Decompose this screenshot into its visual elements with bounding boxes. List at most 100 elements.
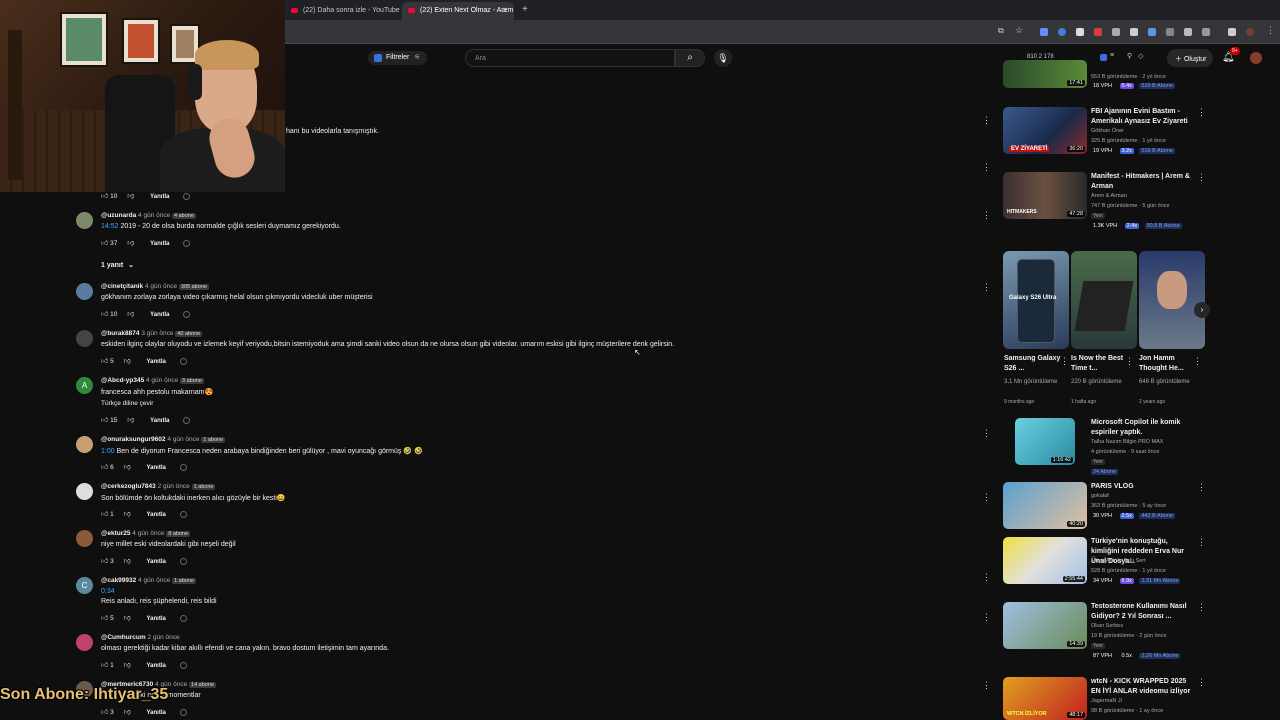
more-actions-icon[interactable]: ⋮ [1197, 602, 1206, 613]
reply-button[interactable]: Yanıtla [147, 559, 166, 565]
more-actions-icon[interactable]: ⋮ [1197, 482, 1206, 493]
video-title[interactable]: Manifest - Hitmakers | Arem & Arman [1091, 172, 1197, 192]
more-actions-icon[interactable]: ⋮ [982, 428, 991, 439]
translate-link[interactable]: Türkçe diline çevir [101, 400, 153, 407]
heart-icon[interactable] [179, 557, 187, 565]
comment-author[interactable]: @onuraksungur9602 [101, 436, 166, 443]
shorts-next-button[interactable]: › [1194, 302, 1210, 318]
like-icon[interactable]: 👍︎ [101, 309, 108, 318]
voice-search-button[interactable]: 🎙 [714, 49, 732, 67]
heart-icon[interactable] [179, 463, 187, 471]
avatar[interactable]: C [76, 577, 93, 594]
channel-name[interactable]: Arem & Arman [1091, 193, 1127, 199]
dislike-icon[interactable]: 👎︎ [124, 660, 131, 669]
extension-icon[interactable] [1184, 28, 1192, 36]
create-button[interactable]: ＋ Oluştur [1167, 49, 1213, 67]
short-title[interactable]: Samsung Galaxy S26 ... [1004, 354, 1062, 374]
dislike-icon[interactable]: 👎︎ [127, 415, 134, 424]
comment-author[interactable]: @cinetçitanik [101, 283, 143, 290]
more-actions-icon[interactable]: ⋮ [982, 210, 991, 221]
heart-icon[interactable] [179, 614, 187, 622]
bookmark-star-icon[interactable]: ☆ [1015, 25, 1023, 36]
extension-icon[interactable] [1076, 28, 1084, 36]
timestamp-link[interactable]: 1:00 [101, 448, 115, 455]
more-actions-icon[interactable]: ⋮ [982, 572, 991, 583]
more-actions-icon[interactable]: ⋮ [982, 162, 991, 173]
extension-icon[interactable] [1130, 28, 1138, 36]
channel-name[interactable]: JagermaN Ji [1091, 698, 1122, 704]
like-icon[interactable]: 👍︎ [101, 613, 108, 622]
heart-icon[interactable] [183, 310, 191, 318]
comment-time[interactable]: 4 gün önce [146, 377, 178, 384]
more-actions-icon[interactable]: ⋮ [1197, 677, 1206, 688]
more-actions-icon[interactable]: ⋮ [1197, 537, 1206, 548]
reply-button[interactable]: Yanıtla [150, 312, 169, 318]
reply-button[interactable]: Yanıtla [147, 512, 166, 518]
timestamp-link[interactable]: 0:34 [101, 588, 115, 595]
heart-icon[interactable] [183, 239, 191, 247]
dislike-icon[interactable]: 👎︎ [124, 356, 131, 365]
reply-button[interactable]: Yanıtla [147, 359, 166, 365]
like-icon[interactable]: 👍︎ [101, 660, 108, 669]
browser-tab-current[interactable]: (22) Exten Next Olmaz - Arem ✕ [402, 2, 514, 20]
comment-time[interactable]: 4 gün önce [145, 283, 177, 290]
timestamp-link[interactable]: 14:52 [101, 223, 119, 230]
video-title[interactable]: wtcN - KICK WRAPPED 2025 EN İYİ ANLAR vi… [1091, 677, 1197, 697]
replies-toggle[interactable]: 1 yanıt ⌄ [101, 261, 134, 269]
channel-name[interactable]: Gökhan Öner [1091, 128, 1124, 134]
dislike-icon[interactable]: 👎︎ [124, 462, 131, 471]
comment-author[interactable]: @uzunarda [101, 212, 136, 219]
pin-icon[interactable]: ⚲ [1127, 52, 1132, 60]
like-icon[interactable]: 👍︎ [101, 707, 108, 716]
reply-button[interactable]: Yanıtla [150, 241, 169, 247]
video-thumbnail[interactable]: WTCN İZLİYOR 48:17 [1003, 677, 1087, 720]
extension-icon[interactable] [1148, 28, 1156, 36]
dislike-icon[interactable]: 👎︎ [124, 556, 131, 565]
reply-button[interactable]: Yanıtla [147, 710, 166, 716]
new-tab-button[interactable]: + [522, 4, 528, 15]
heart-icon[interactable] [183, 416, 191, 424]
dislike-icon[interactable]: 👎︎ [124, 613, 131, 622]
avatar[interactable] [76, 483, 93, 500]
channel-name[interactable]: gokalaf [1091, 493, 1109, 499]
heart-icon[interactable] [179, 708, 187, 716]
video-thumbnail[interactable]: EV ZİYARETİ 36:20 [1003, 107, 1087, 154]
reply-button[interactable]: Yanıtla [147, 616, 166, 622]
heart-icon[interactable] [179, 661, 187, 669]
extension-icon[interactable] [1100, 54, 1107, 61]
short-thumbnail[interactable]: Galaxy S26 Ultra [1003, 251, 1069, 349]
extension-icon[interactable] [1228, 28, 1236, 36]
like-icon[interactable]: 👍︎ [101, 238, 108, 247]
close-tab-icon[interactable]: ✕ [501, 6, 508, 15]
profile-avatar[interactable] [1246, 28, 1254, 36]
extension-icon[interactable] [1166, 28, 1174, 36]
video-thumbnail[interactable]: 14:39 [1003, 602, 1087, 649]
filters-button[interactable]: Filtreler ⚟ [368, 51, 427, 65]
more-actions-icon[interactable]: ⋮ [1193, 356, 1202, 367]
extension-icon[interactable] [1058, 28, 1066, 36]
like-icon[interactable]: 👍︎ [101, 556, 108, 565]
comment-time[interactable]: 4 gün önce [138, 577, 170, 584]
avatar[interactable]: A [76, 377, 93, 394]
heart-icon[interactable] [183, 192, 191, 200]
channel-name[interactable]: Okan Serbes [1091, 623, 1123, 629]
video-thumbnail[interactable]: 1:16:42 [1015, 418, 1075, 465]
heart-icon[interactable] [179, 357, 187, 365]
search-input[interactable]: Ara [465, 49, 675, 67]
heart-icon[interactable] [179, 510, 187, 518]
like-icon[interactable]: 👍︎ [101, 509, 108, 518]
video-thumbnail[interactable]: 40:20 [1003, 482, 1087, 529]
video-thumbnail[interactable]: 17:41 [1003, 60, 1087, 88]
dislike-icon[interactable]: 👎︎ [127, 191, 134, 200]
like-icon[interactable]: 👍︎ [101, 462, 108, 471]
avatar[interactable] [76, 212, 93, 229]
video-thumbnail[interactable]: HITMAKERS 47:28 [1003, 172, 1087, 219]
dislike-icon[interactable]: 👎︎ [127, 238, 134, 247]
extension-icon[interactable] [1040, 28, 1048, 36]
more-actions-icon[interactable]: ⋮ [1125, 356, 1134, 367]
avatar[interactable] [76, 330, 93, 347]
browser-tab-watch-later[interactable]: (22) Daha sonra izle - YouTube [285, 2, 400, 20]
short-thumbnail[interactable] [1139, 251, 1205, 349]
dislike-icon[interactable]: 👎︎ [127, 309, 134, 318]
dislike-icon[interactable]: 👎︎ [124, 509, 131, 518]
